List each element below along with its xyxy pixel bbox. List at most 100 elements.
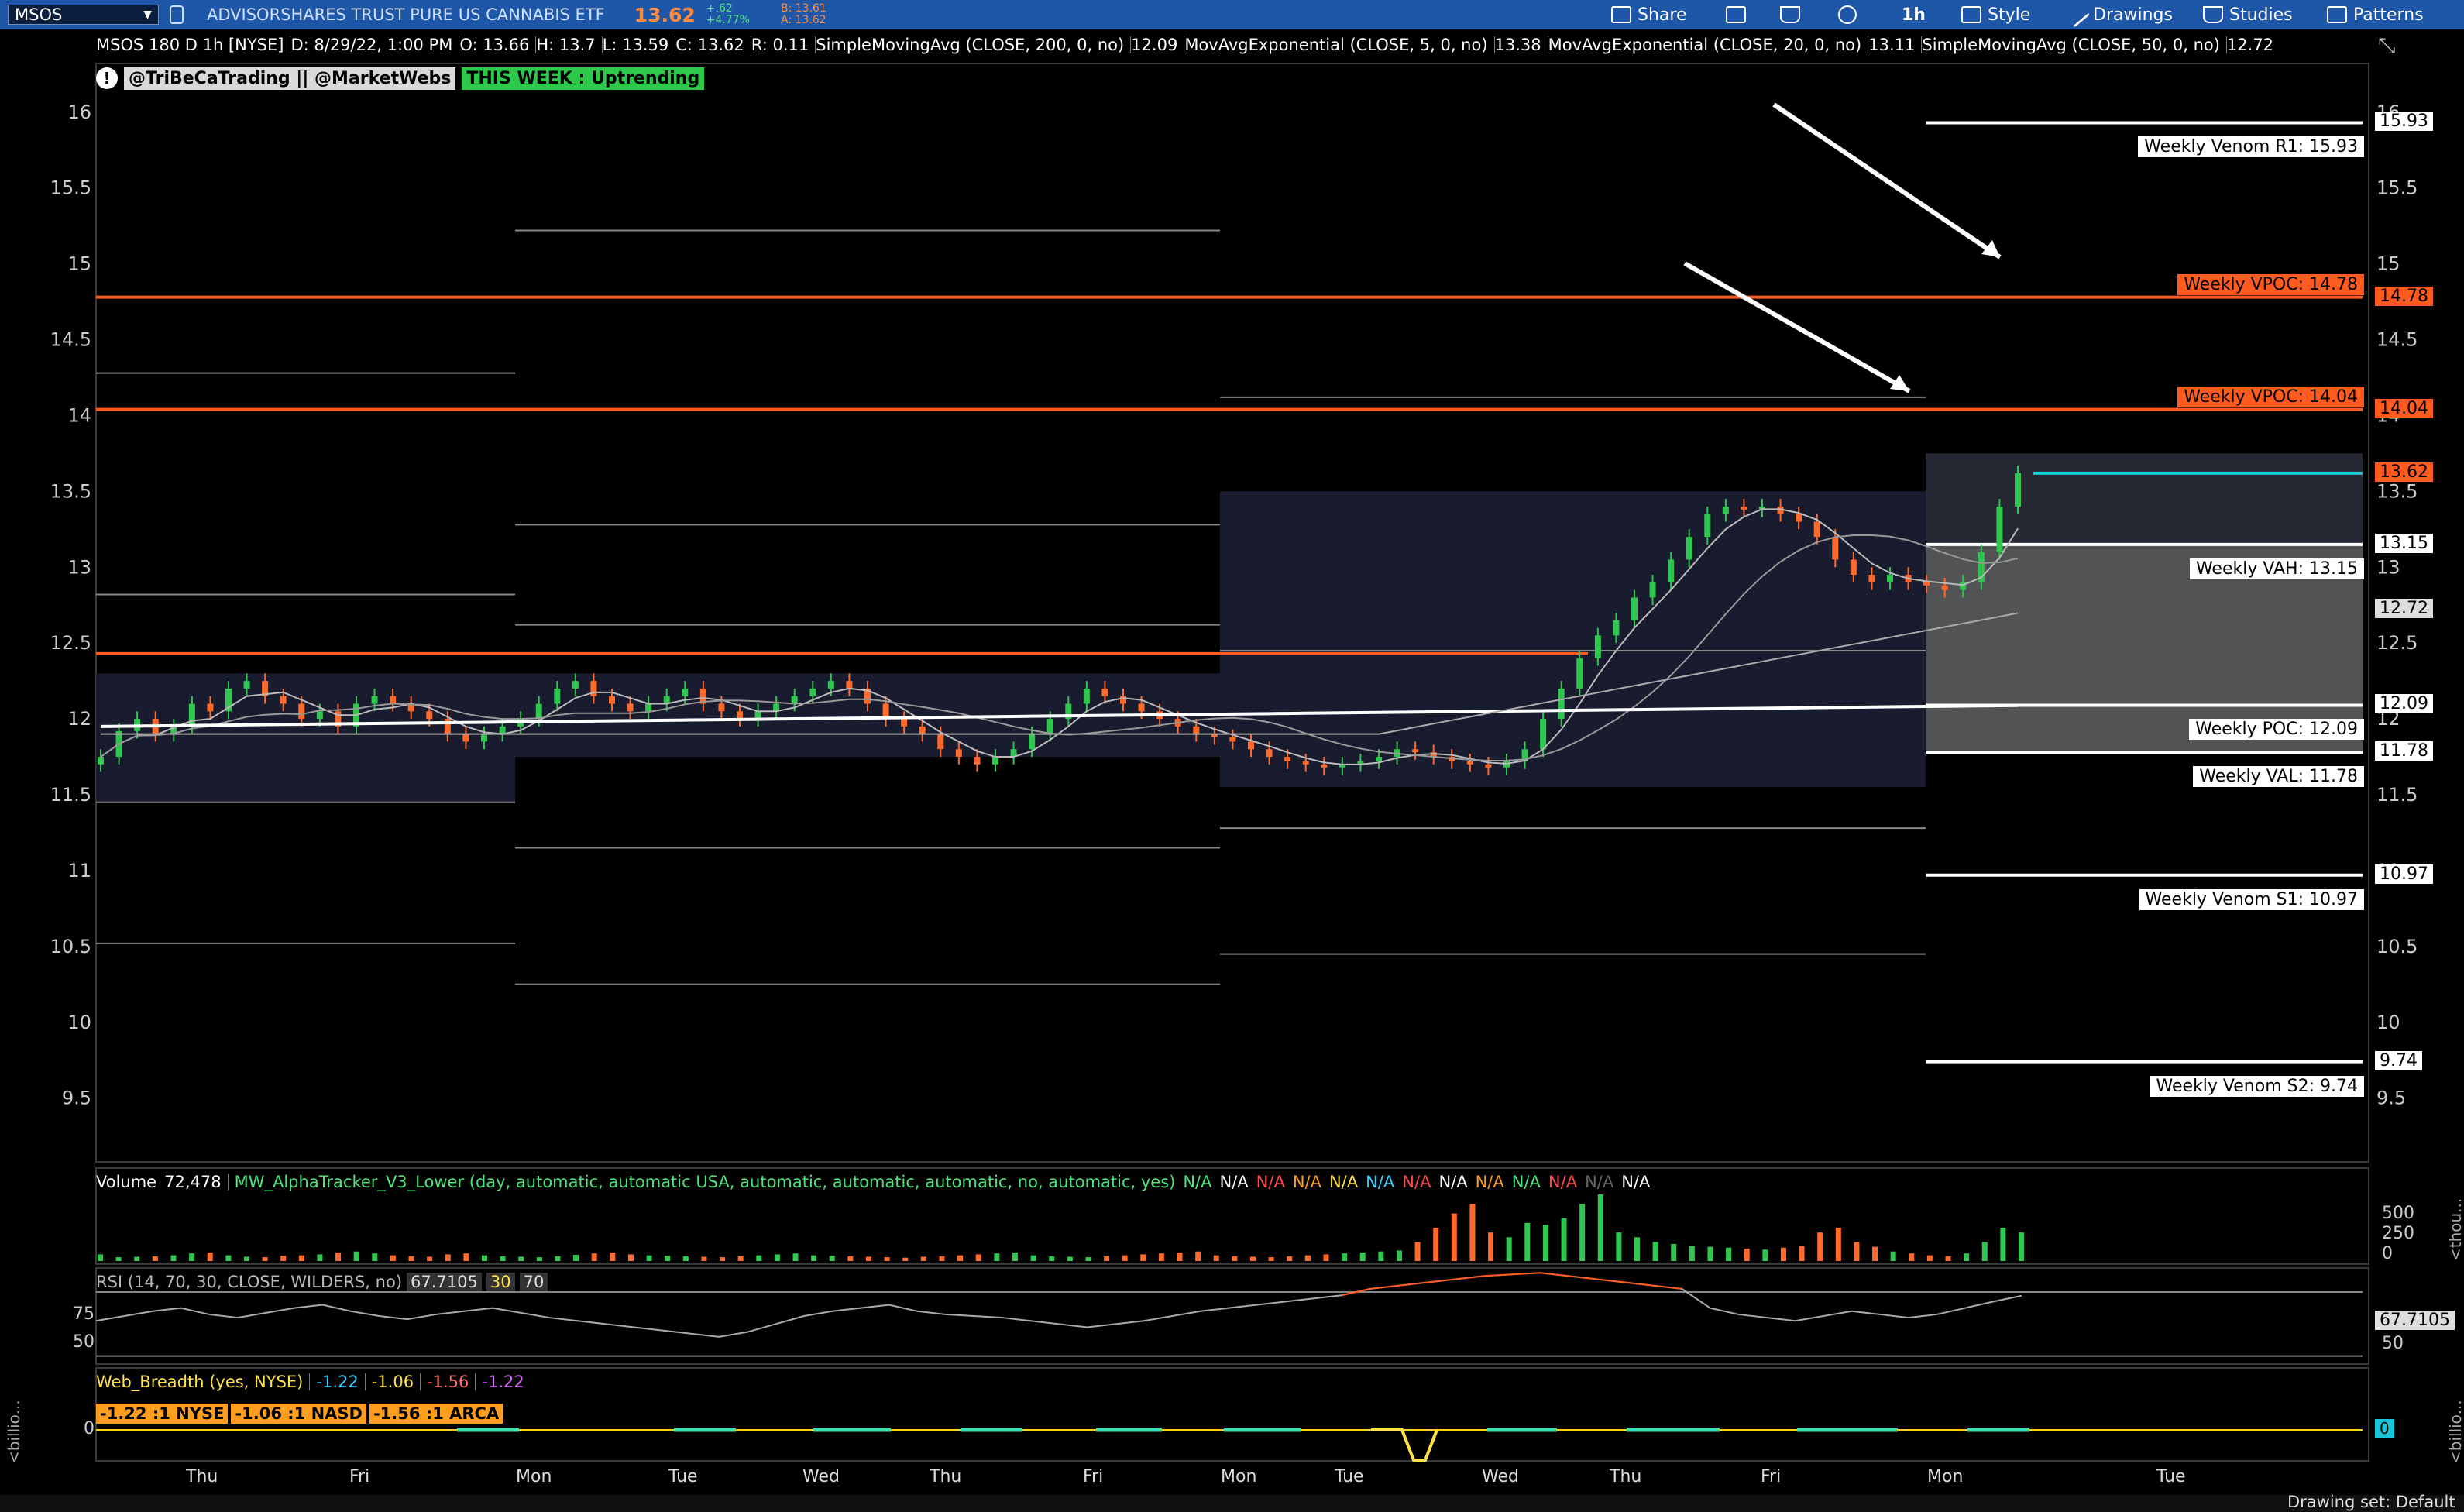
settings-button[interactable] — [1838, 0, 1857, 29]
volume-bar — [1762, 1249, 1768, 1261]
collapse-icon[interactable]: ⤡ — [2378, 33, 2395, 59]
volume-bar — [920, 1256, 926, 1261]
y-tick-left: 13 — [67, 556, 91, 578]
interval-button[interactable]: 1h — [1902, 0, 1926, 29]
volume-bar — [1433, 1228, 1439, 1261]
alphatracker-value: N/A — [1328, 1173, 1359, 1191]
volume-bar — [1158, 1253, 1164, 1261]
share-button[interactable]: Share — [1611, 0, 1687, 29]
status-bar — [0, 1495, 2464, 1512]
study-sma50-value: 12.72 — [2226, 36, 2274, 54]
volume-axis-250: 250 — [2382, 1224, 2414, 1243]
candle-body — [1996, 506, 2003, 552]
candle-body — [1649, 582, 1656, 598]
candle-body — [791, 696, 798, 704]
candle-body — [1850, 559, 1857, 576]
level-price-tag: 13.15 — [2375, 533, 2433, 553]
breadth-price-tag: 0 — [2375, 1419, 2394, 1438]
breadth-v2: -1.06 — [371, 1373, 414, 1391]
y-tick-left: 15.5 — [50, 177, 91, 199]
candle-body — [1887, 575, 1893, 582]
studies-button[interactable]: Studies — [2203, 0, 2293, 29]
volume-bar — [1890, 1251, 1896, 1261]
volume-bar — [1323, 1254, 1329, 1261]
volume-bar — [610, 1252, 616, 1261]
candle-body — [737, 711, 743, 720]
rsi-lower: 30 — [486, 1273, 515, 1291]
volume-bar — [189, 1253, 195, 1261]
candle-body — [1466, 761, 1473, 765]
study-ema5[interactable]: MovAvgExponential (CLOSE, 5, 0, no) — [1184, 36, 1487, 54]
candle-body — [554, 688, 561, 704]
candle-body — [1832, 537, 1839, 560]
volume-bar — [1104, 1256, 1110, 1261]
chart-info-bar: MSOS 180 D 1h [NYSE] D: 8/29/22, 1:00 PM… — [96, 32, 2273, 58]
volume-bar — [1579, 1204, 1586, 1261]
pencil-icon — [2063, 2, 2091, 28]
patterns-button[interactable]: Patterns — [2327, 0, 2424, 29]
volume-bar — [225, 1255, 232, 1261]
volume-bar — [298, 1255, 304, 1261]
x-day-label: Wed — [802, 1467, 840, 1486]
volume-bar — [682, 1256, 689, 1261]
candle-body — [1029, 734, 1036, 750]
volume-bar — [737, 1256, 744, 1261]
volume-bar — [1268, 1257, 1274, 1261]
volume-bar — [280, 1256, 287, 1261]
flask-button[interactable] — [1780, 0, 1800, 29]
level-price-tag: 12.09 — [2375, 694, 2433, 714]
candle-body — [1923, 582, 1930, 586]
link-icon[interactable] — [170, 5, 184, 24]
breadth-axis-zero: 0 — [84, 1419, 95, 1438]
drawings-button[interactable]: Drawings — [2063, 0, 2173, 29]
style-button[interactable]: Style — [1961, 0, 2030, 29]
candle-body — [645, 703, 652, 712]
volume-bar — [646, 1255, 652, 1261]
alphatracker-study[interactable]: MW_AlphaTracker_V3_Lower (day, automatic… — [235, 1173, 1176, 1191]
y-tick-right: 10 — [2376, 1012, 2400, 1033]
study-sma50[interactable]: SimpleMovingAvg (CLOSE, 50, 0, no) — [1922, 36, 2220, 54]
volume-bar — [243, 1256, 249, 1261]
volume-bar — [1488, 1232, 1494, 1261]
study-ema20[interactable]: MovAvgExponential (CLOSE, 20, 0, no) — [1548, 36, 1862, 54]
volume-bar — [2019, 1232, 2024, 1261]
candle-body — [572, 681, 579, 689]
style-icon — [1961, 6, 1981, 23]
volume-bar — [1872, 1246, 1878, 1261]
breadth-unit-left: <billio... — [5, 1400, 23, 1464]
candle-body — [2015, 472, 2021, 507]
flexible-grid-button[interactable] — [1726, 0, 1746, 29]
volume-bar — [1854, 1242, 1860, 1261]
candle-body — [919, 726, 926, 734]
volume-bar — [1469, 1204, 1476, 1261]
level-price-tag: 9.74 — [2375, 1050, 2422, 1070]
y-tick-left: 9.5 — [62, 1088, 91, 1109]
breadth-label[interactable]: Web_Breadth (yes, NYSE) — [96, 1373, 303, 1391]
level-price-tag: 10.97 — [2375, 864, 2433, 884]
study-sma200[interactable]: SimpleMovingAvg (CLOSE, 200, 0, no) — [816, 36, 1124, 54]
candle-body — [188, 703, 195, 727]
bar-range: R: 0.11 — [751, 36, 809, 54]
volume-bar — [720, 1257, 726, 1261]
bar-open: O: 13.66 — [459, 36, 530, 54]
study-sma200-value: 12.09 — [1131, 36, 1178, 54]
volume-bar — [372, 1253, 378, 1261]
alert-icon[interactable]: ! — [96, 67, 118, 89]
volume-bar — [427, 1256, 433, 1261]
chevron-down-icon: ▼ — [143, 9, 152, 21]
drawing-set-label[interactable]: Drawing set: Default — [2287, 1493, 2455, 1511]
breadth-spike — [1371, 1428, 1438, 1462]
volume-bar — [1359, 1252, 1366, 1261]
candle-body — [1576, 658, 1583, 689]
alphatracker-value: N/A — [1292, 1173, 1321, 1191]
rsi-label[interactable]: RSI (14, 70, 30, CLOSE, WILDERS, no) — [96, 1273, 402, 1291]
y-tick-right: 10.5 — [2376, 936, 2418, 957]
volume-bar — [170, 1255, 177, 1261]
volume-bar — [1304, 1255, 1311, 1261]
top-toolbar: MSOS ▼ ADVISORSHARES TRUST PURE US CANNA… — [0, 0, 2464, 29]
patterns-icon — [2327, 6, 2347, 23]
volume-bar — [115, 1257, 122, 1261]
x-day-label: Thu — [930, 1467, 962, 1486]
candle-body — [1284, 757, 1291, 761]
symbol-selector[interactable]: MSOS ▼ — [8, 5, 159, 25]
